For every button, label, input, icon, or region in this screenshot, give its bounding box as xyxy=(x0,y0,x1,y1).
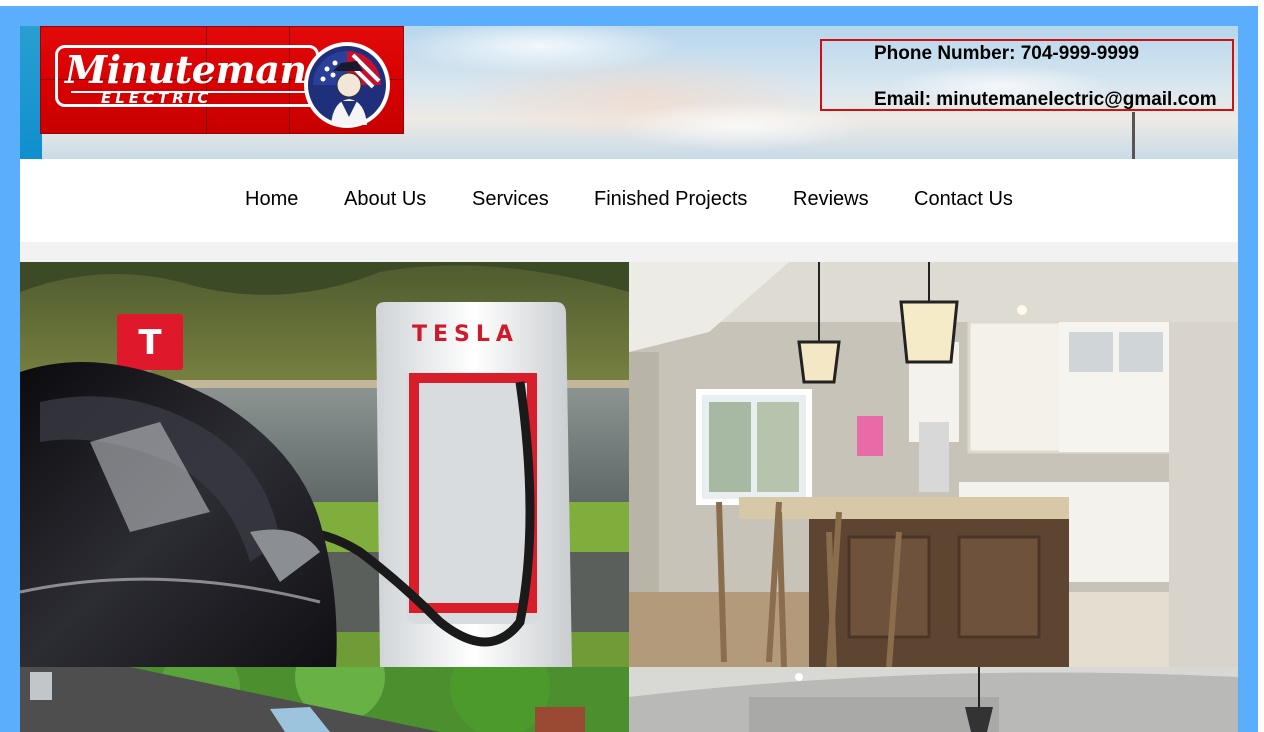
ev-charging-photo: T TESLA xyxy=(20,262,629,667)
tesla-charger-label: TESLA xyxy=(412,322,519,347)
nav-divider xyxy=(20,242,1238,262)
header-banner: Minuteman ELECTRIC Phone Number: 704-999… xyxy=(20,26,1238,159)
page: Minuteman ELECTRIC Phone Number: 704-999… xyxy=(20,26,1238,732)
nav-home[interactable]: Home xyxy=(245,188,298,211)
interior-ceiling-photo xyxy=(629,667,1238,732)
svg-text:T: T xyxy=(138,323,162,363)
main-nav: Home About Us Services Finished Projects… xyxy=(20,159,1238,242)
kitchen-photo xyxy=(629,262,1238,667)
logo-subtitle: ELECTRIC xyxy=(101,89,213,107)
phone-number[interactable]: Phone Number: 704-999-9999 xyxy=(874,43,1139,65)
nav-about-us[interactable]: About Us xyxy=(344,188,426,211)
sky-edge xyxy=(20,26,42,159)
contact-info-box: Phone Number: 704-999-9999 Email: minute… xyxy=(820,39,1234,111)
roof-photo xyxy=(20,667,629,732)
antenna-pole xyxy=(1132,112,1135,159)
site-logo[interactable]: Minuteman ELECTRIC xyxy=(40,26,404,134)
email-address[interactable]: Email: minutemanelectric@gmail.com xyxy=(874,89,1217,111)
minuteman-emblem-icon xyxy=(304,42,390,128)
nav-reviews[interactable]: Reviews xyxy=(793,188,869,211)
nav-finished-projects[interactable]: Finished Projects xyxy=(594,188,747,211)
logo-title: Minuteman xyxy=(65,47,307,92)
nav-contact-us[interactable]: Contact Us xyxy=(914,188,1013,211)
nav-services[interactable]: Services xyxy=(472,188,549,211)
